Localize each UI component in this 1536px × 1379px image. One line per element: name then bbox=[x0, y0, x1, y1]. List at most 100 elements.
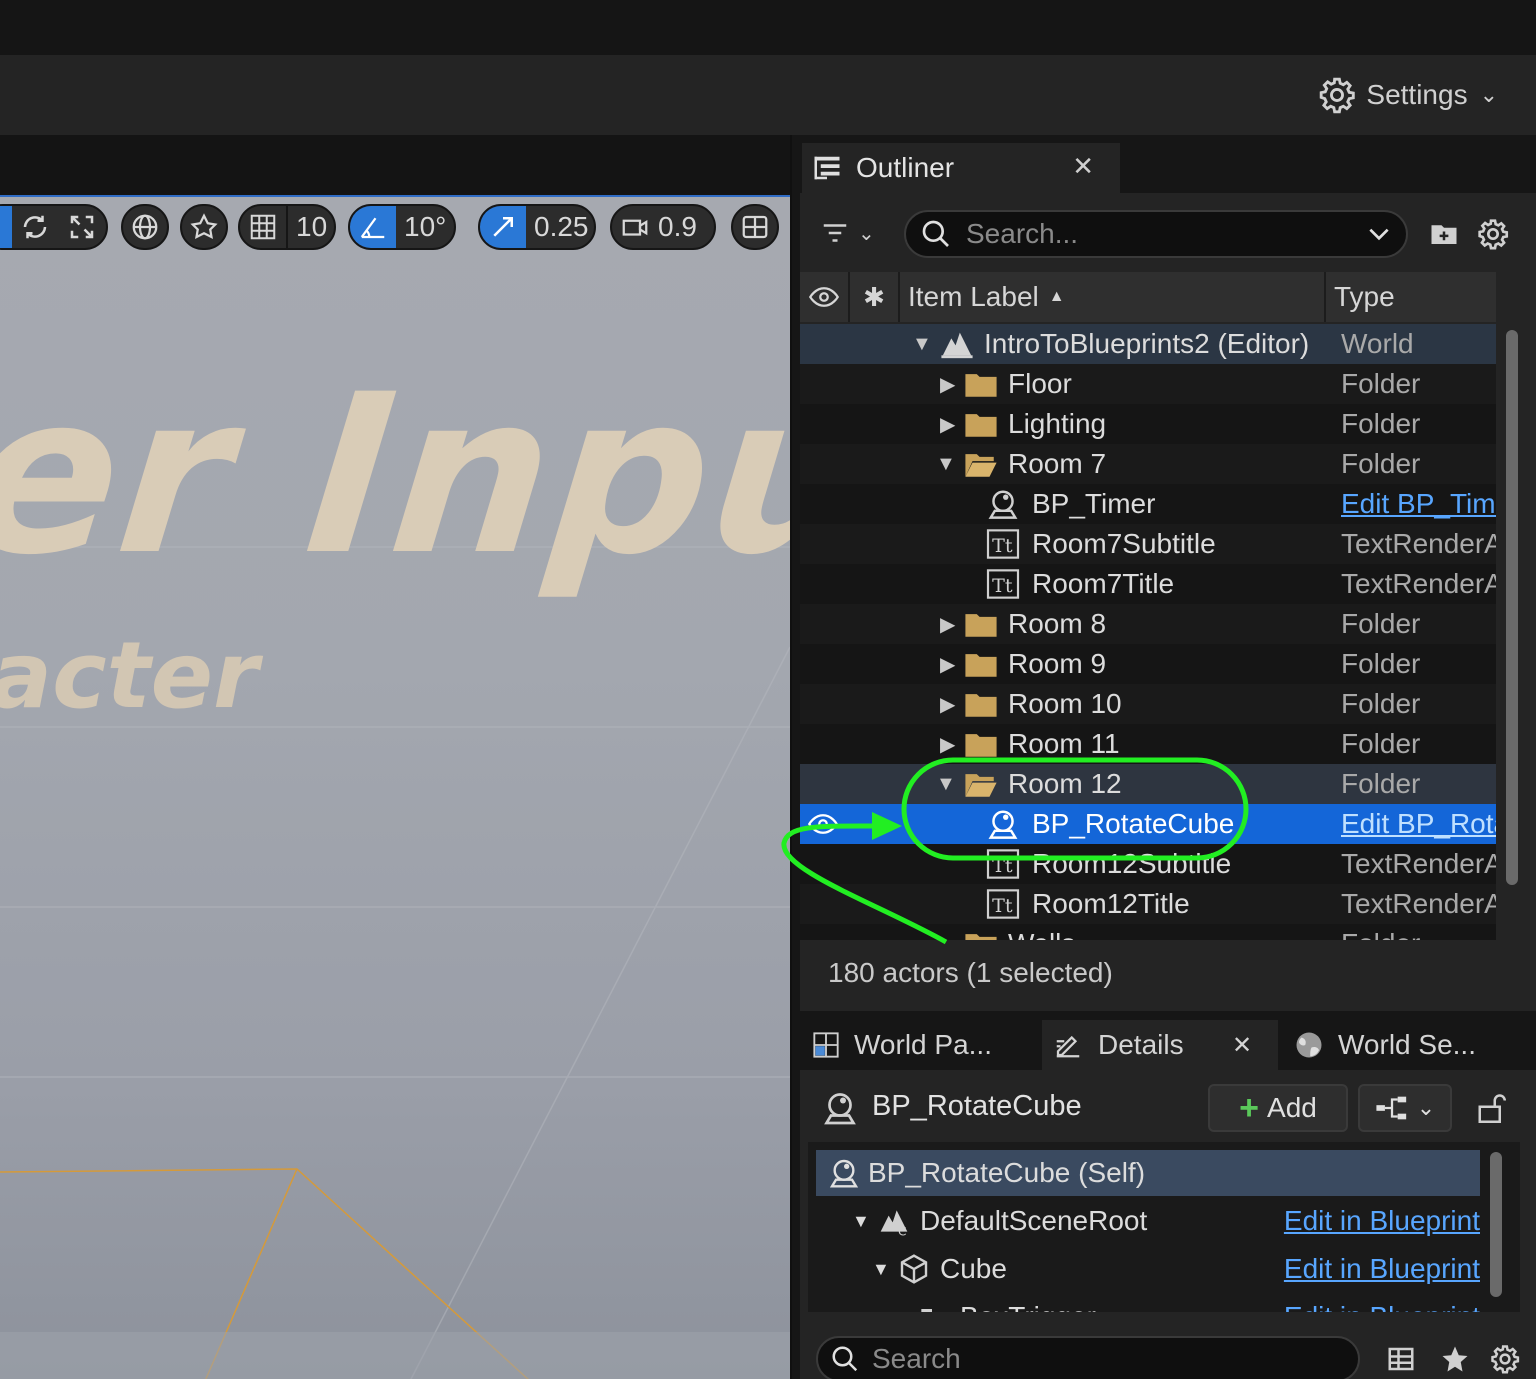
details-tab-label: Details bbox=[1098, 1029, 1184, 1060]
tab-world-settings[interactable]: World Se... bbox=[1284, 1020, 1504, 1070]
pin-column[interactable]: ✱ bbox=[850, 272, 900, 322]
search-input[interactable] bbox=[872, 1343, 1346, 1375]
edit-blueprint-link[interactable]: Edit BP_Timer bbox=[1341, 488, 1496, 520]
chevron-down-icon: ⌄ bbox=[1416, 1095, 1436, 1120]
lock-button[interactable] bbox=[1474, 1088, 1508, 1128]
property-matrix-button[interactable] bbox=[1384, 1342, 1418, 1376]
cube-icon bbox=[900, 1254, 928, 1284]
tree-row-folder[interactable]: ▶ Lighting Folder bbox=[800, 404, 1496, 444]
tree-row-folder[interactable]: ▶ Room 10 Folder bbox=[800, 684, 1496, 724]
svg-text:Tt: Tt bbox=[992, 854, 1013, 877]
tab-details[interactable]: Details ✕ bbox=[1042, 1020, 1278, 1070]
outliner-column-header: ✱ Item Label ▲ Type bbox=[800, 272, 1496, 322]
tree-row-actor[interactable]: Tt Room7Subtitle TextRenderActor bbox=[800, 524, 1496, 564]
tree-row-folder[interactable]: ▶ Room 9 Folder bbox=[800, 644, 1496, 684]
text-render-icon: Tt bbox=[986, 569, 1020, 599]
chevron-down-icon: ⌄ bbox=[858, 222, 875, 245]
expanded-arrow-icon: ▼ bbox=[852, 1210, 870, 1231]
sort-ascending-icon: ▲ bbox=[1048, 288, 1065, 305]
tree-row-folder[interactable]: ▶ Floor Folder bbox=[800, 364, 1496, 404]
camera-speed-value[interactable]: 0.9 bbox=[658, 206, 705, 248]
tree-row-actor[interactable]: Tt Room12Title TextRenderActor bbox=[800, 884, 1496, 924]
gear-icon bbox=[1491, 1345, 1520, 1374]
tab-world-partition[interactable]: World Pa... bbox=[802, 1020, 1034, 1070]
item-label-column[interactable]: Item Label ▲ bbox=[900, 272, 1326, 322]
details-scrollbar[interactable] bbox=[1490, 1152, 1502, 1297]
scale-snap-group[interactable]: 0.25 bbox=[478, 204, 596, 250]
close-icon[interactable]: ✕ bbox=[1072, 151, 1094, 182]
folder-open-icon bbox=[965, 454, 997, 477]
tree-row-selected-actor[interactable]: BP_RotateCube Edit BP_RotateCube bbox=[800, 804, 1496, 844]
rotation-snap-value[interactable]: 10° bbox=[396, 206, 454, 248]
search-input[interactable] bbox=[966, 218, 1352, 250]
collapsed-arrow-icon: ▶ bbox=[940, 613, 956, 636]
row-type: Folder bbox=[1341, 688, 1421, 719]
tree-row-folder[interactable]: ▶ Room 8 Folder bbox=[800, 604, 1496, 644]
grid-snap-group[interactable]: 10 bbox=[238, 204, 336, 250]
type-column[interactable]: Type bbox=[1326, 272, 1496, 322]
collapsed-arrow-icon: ▶ bbox=[940, 932, 955, 941]
chevron-down-icon: ⌄ bbox=[1479, 82, 1498, 107]
edit-in-blueprint-link[interactable]: Edit in Blueprint bbox=[1284, 1301, 1480, 1312]
edit-in-blueprint-link[interactable]: Edit in Blueprint bbox=[1284, 1253, 1480, 1285]
scale-snap-value[interactable]: 0.25 bbox=[526, 206, 597, 248]
level-viewport[interactable]: er Input acter bbox=[0, 195, 790, 1379]
tree-row-world[interactable]: ▼ IntroToBlueprints2 (Editor) World bbox=[800, 324, 1496, 364]
close-icon[interactable]: ✕ bbox=[1232, 1031, 1252, 1060]
component-row[interactable]: ▼ Cube Edit in Blueprint bbox=[816, 1246, 1480, 1292]
component-row-self[interactable]: BP_RotateCube (Self) bbox=[816, 1150, 1480, 1196]
gear-icon bbox=[1478, 219, 1509, 250]
details-edit-icon bbox=[1056, 1035, 1080, 1058]
world-local-toggle[interactable] bbox=[121, 204, 169, 250]
tree-row-folder-room12[interactable]: ▼ Room 12 Folder bbox=[800, 764, 1496, 804]
grid-snap-value[interactable]: 10 bbox=[286, 206, 335, 248]
outliner-settings-button[interactable] bbox=[1476, 216, 1510, 252]
scale-mode-button[interactable] bbox=[59, 206, 106, 248]
outliner-search[interactable] bbox=[904, 210, 1408, 258]
details-search[interactable] bbox=[816, 1336, 1360, 1379]
edit-blueprint-link[interactable]: Edit BP_RotateCube bbox=[1341, 808, 1496, 840]
select-mode-button[interactable] bbox=[0, 206, 12, 248]
row-label: Room 11 bbox=[1008, 728, 1120, 759]
settings-button[interactable]: Settings ⌄ bbox=[1318, 74, 1498, 116]
tree-row-folder[interactable]: ▶ Room 11 Folder bbox=[800, 724, 1496, 764]
add-component-button[interactable]: + Add bbox=[1208, 1084, 1348, 1132]
row-type: Folder bbox=[1341, 448, 1421, 479]
chevron-down-icon[interactable] bbox=[1366, 221, 1392, 247]
eye-icon bbox=[809, 287, 839, 307]
outliner-tree: ▼ IntroToBlueprints2 (Editor) World ▶ Fl… bbox=[800, 324, 1496, 940]
edit-in-blueprint-link[interactable]: Edit in Blueprint bbox=[1284, 1205, 1480, 1237]
component-label: Cube bbox=[940, 1253, 1007, 1284]
transform-tools-group bbox=[0, 204, 108, 250]
tree-row-folder[interactable]: ▶ Walls Folder bbox=[800, 924, 1496, 940]
tree-row-actor[interactable]: Tt Room7Title TextRenderActor bbox=[800, 564, 1496, 604]
details-settings-button[interactable] bbox=[1488, 1342, 1522, 1376]
world-partition-tab-label: World Pa... bbox=[854, 1029, 992, 1060]
outliner-tab-label: Outliner bbox=[856, 152, 955, 183]
blueprint-options-button[interactable]: ⌄ bbox=[1358, 1084, 1452, 1132]
svg-text:Tt: Tt bbox=[992, 894, 1013, 917]
eye-icon[interactable] bbox=[808, 813, 838, 835]
row-label: BP_RotateCube bbox=[1032, 808, 1235, 839]
star-icon bbox=[1442, 1346, 1468, 1372]
visibility-column[interactable] bbox=[800, 272, 850, 322]
folder-icon bbox=[965, 374, 997, 397]
tree-row-folder[interactable]: ▼ Room 7 Folder bbox=[800, 444, 1496, 484]
row-label: Floor bbox=[1008, 368, 1072, 399]
tree-row-actor[interactable]: Tt Room12Subtitle TextRenderActor bbox=[800, 844, 1496, 884]
filter-icon bbox=[823, 224, 847, 242]
tree-row-actor[interactable]: BP_Timer Edit BP_Timer bbox=[800, 484, 1496, 524]
outliner-scrollbar[interactable] bbox=[1506, 330, 1518, 885]
rotation-snap-group[interactable]: 10° bbox=[348, 204, 456, 250]
filter-button[interactable]: ⌄ bbox=[818, 212, 888, 254]
row-label: Lighting bbox=[1008, 408, 1107, 439]
tab-outliner[interactable]: Outliner ✕ bbox=[802, 143, 1120, 193]
viewport-layout-button[interactable] bbox=[731, 204, 779, 250]
favorites-button[interactable] bbox=[1438, 1342, 1472, 1376]
rotate-mode-button[interactable] bbox=[12, 206, 59, 248]
camera-speed-group[interactable]: 0.9 bbox=[610, 204, 716, 250]
component-row[interactable]: ▼ C DefaultSceneRoot Edit in Blueprint bbox=[816, 1198, 1480, 1244]
surface-snap-button[interactable] bbox=[180, 204, 228, 250]
add-folder-button[interactable] bbox=[1428, 216, 1460, 252]
component-row[interactable]: BoxTrigger Edit in Blueprint bbox=[816, 1294, 1480, 1312]
